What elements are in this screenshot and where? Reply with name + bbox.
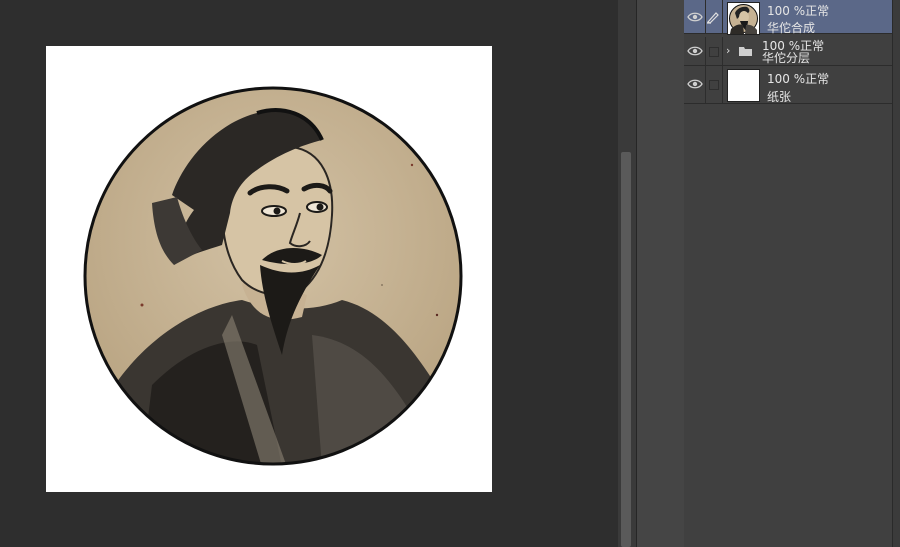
- layer-name[interactable]: 华佗合成: [767, 19, 815, 36]
- lock-toggle[interactable]: [709, 47, 719, 57]
- layer-name[interactable]: 华佗分层: [762, 49, 810, 66]
- paper-canvas[interactable]: [46, 46, 492, 492]
- scrollbar-thumb[interactable]: [621, 152, 631, 547]
- column-separator: [705, 66, 706, 103]
- canvas-vertical-scrollbar[interactable]: [618, 0, 636, 547]
- column-separator: [722, 37, 723, 65]
- layer-row-composite[interactable]: 100 %正常 华佗合成: [684, 0, 892, 36]
- blank-thumbnail: [727, 69, 760, 102]
- layer-row-paper[interactable]: 100 %正常 纸张: [684, 66, 892, 104]
- layer-blend-mode: 100 %正常: [767, 72, 830, 86]
- panel-edge: [892, 0, 900, 547]
- lock-toggle[interactable]: [709, 80, 719, 90]
- layer-row-folder[interactable]: › 100 %正常 华佗分层: [684, 37, 892, 66]
- panel-gutter: [636, 0, 686, 547]
- layer-name[interactable]: 纸张: [767, 88, 791, 105]
- pen-icon: [707, 12, 719, 24]
- portrait-artwork: [83, 86, 463, 466]
- column-separator: [722, 66, 723, 103]
- layers-panel: 100 %正常 华佗合成 › 100 %正常 华佗分层 100 %正常 纸张: [684, 0, 900, 547]
- folder-icon: [739, 47, 752, 56]
- column-separator: [722, 0, 723, 33]
- eye-icon[interactable]: [687, 11, 703, 23]
- layer-blend-mode: 100 %正常: [767, 4, 830, 18]
- eye-icon[interactable]: [687, 78, 703, 90]
- canvas-workspace[interactable]: [0, 0, 618, 547]
- chevron-right-icon[interactable]: ›: [726, 45, 736, 56]
- portrait-thumbnail: [727, 2, 760, 35]
- eye-icon[interactable]: [687, 45, 703, 57]
- column-separator: [705, 37, 706, 65]
